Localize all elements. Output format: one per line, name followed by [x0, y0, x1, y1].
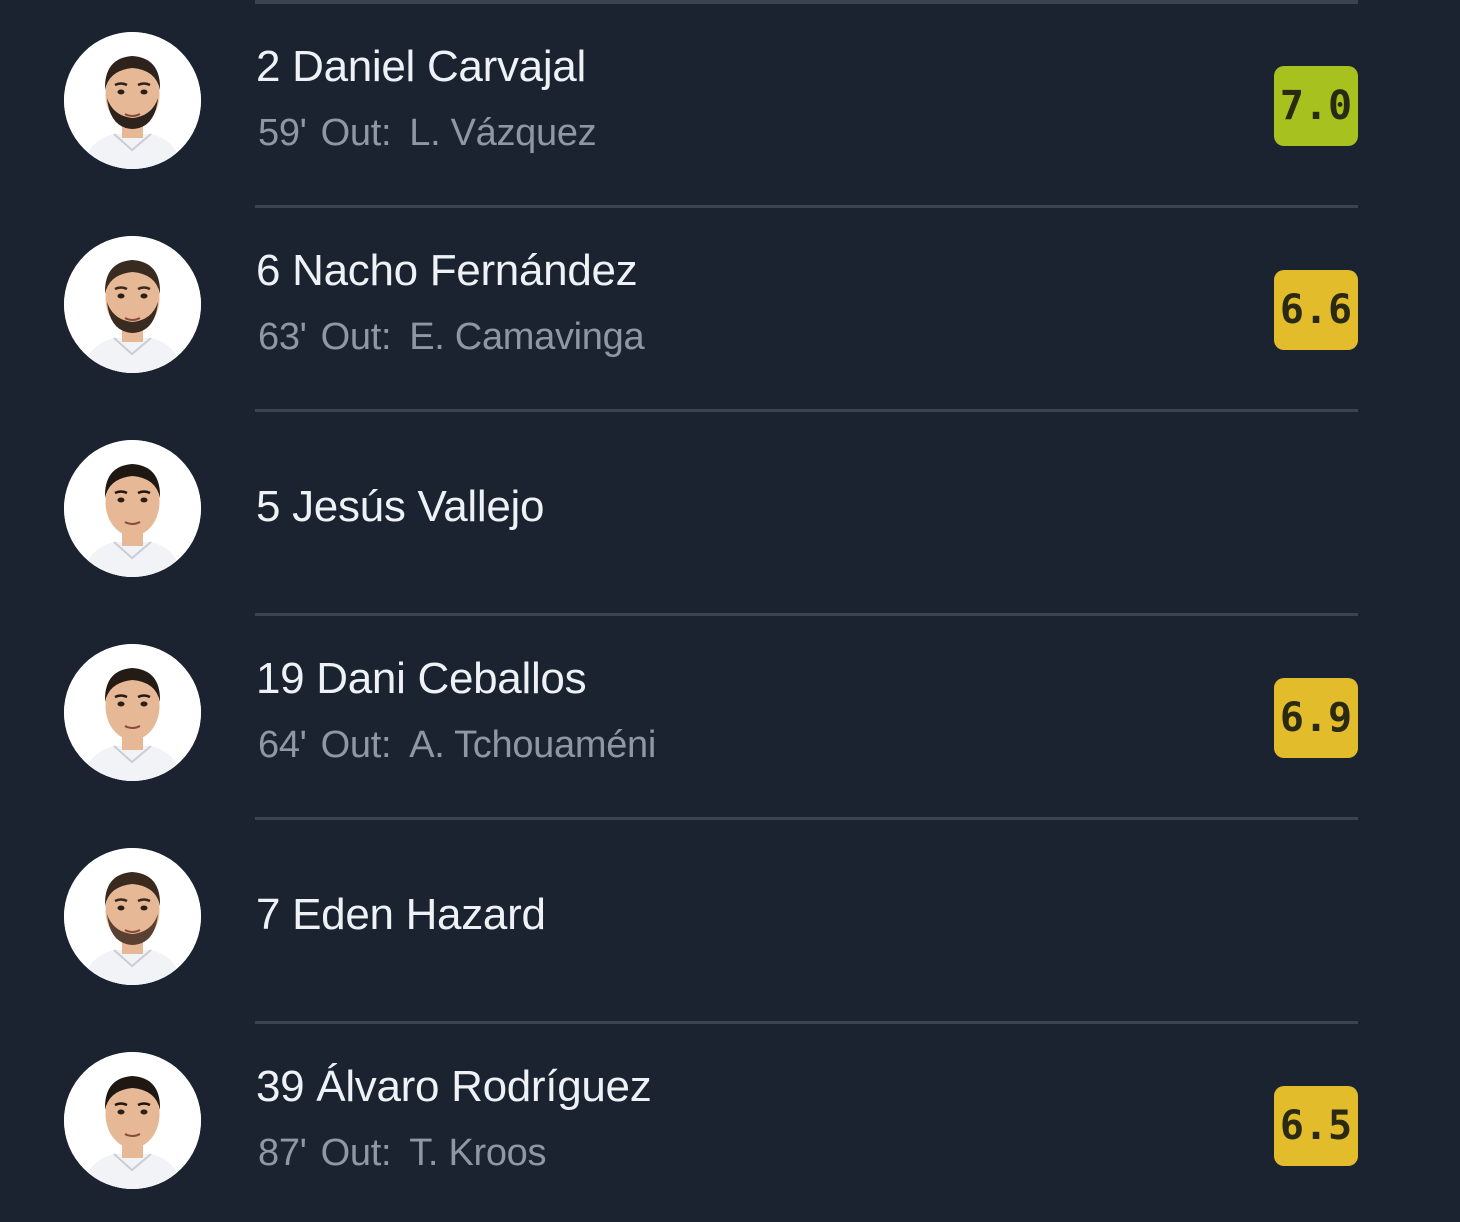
sub-out-label: Out:	[320, 111, 392, 154]
player-avatar[interactable]	[64, 236, 201, 373]
player-avatar[interactable]	[64, 848, 201, 985]
sub-out-label: Out:	[320, 1131, 392, 1174]
player-avatar[interactable]	[64, 1052, 201, 1189]
sub-minute: 64'	[258, 723, 307, 766]
substitution-info: 59' Out: L. Vázquez	[258, 111, 597, 186]
substitution-info: 63' Out: E. Camavinga	[258, 315, 645, 390]
player-name[interactable]: 19 Dani Ceballos	[256, 654, 587, 704]
player-rating-badge: 6.5	[1274, 1086, 1358, 1166]
substitution-info: 87' Out: T. Kroos	[258, 1131, 547, 1206]
sub-out-player[interactable]: E. Camavinga	[409, 316, 644, 359]
sub-out-player[interactable]: A. Tchouaméni	[409, 724, 656, 767]
player-row[interactable]: 5 Jesús Vallejo	[0, 412, 1460, 616]
player-name[interactable]: 2 Daniel Carvajal	[256, 42, 586, 92]
sub-minute: 59'	[258, 111, 307, 154]
sub-out-player[interactable]: L. Vázquez	[409, 112, 596, 155]
player-avatar[interactable]	[64, 644, 201, 781]
player-row[interactable]: 7 Eden Hazard	[0, 820, 1460, 1024]
sub-out-label: Out:	[320, 315, 392, 358]
sub-minute: 63'	[258, 315, 307, 358]
player-name[interactable]: 6 Nacho Fernández	[256, 246, 638, 296]
player-rating-badge: 6.6	[1274, 270, 1358, 350]
player-avatar[interactable]	[64, 440, 201, 577]
player-row[interactable]: 2 Daniel Carvajal 59' Out: L. Vázquez 7.…	[0, 4, 1460, 208]
substitution-info: 64' Out: A. Tchouaméni	[258, 723, 656, 798]
substitutes-list: 2 Daniel Carvajal 59' Out: L. Vázquez 7.…	[0, 0, 1460, 1222]
player-name[interactable]: 39 Álvaro Rodríguez	[256, 1062, 652, 1112]
player-name[interactable]: 5 Jesús Vallejo	[256, 482, 544, 532]
sub-minute: 87'	[258, 1131, 307, 1174]
player-row[interactable]: 39 Álvaro Rodríguez 87' Out: T. Kroos 6.…	[0, 1024, 1460, 1222]
sub-out-player[interactable]: T. Kroos	[409, 1132, 546, 1175]
player-row[interactable]: 19 Dani Ceballos 64' Out: A. Tchouaméni …	[0, 616, 1460, 820]
player-row[interactable]: 6 Nacho Fernández 63' Out: E. Camavinga …	[0, 208, 1460, 412]
player-rating-badge: 6.9	[1274, 678, 1358, 758]
player-rating-badge: 7.0	[1274, 66, 1358, 146]
player-avatar[interactable]	[64, 32, 201, 169]
player-name[interactable]: 7 Eden Hazard	[256, 890, 546, 940]
sub-out-label: Out:	[320, 723, 392, 766]
